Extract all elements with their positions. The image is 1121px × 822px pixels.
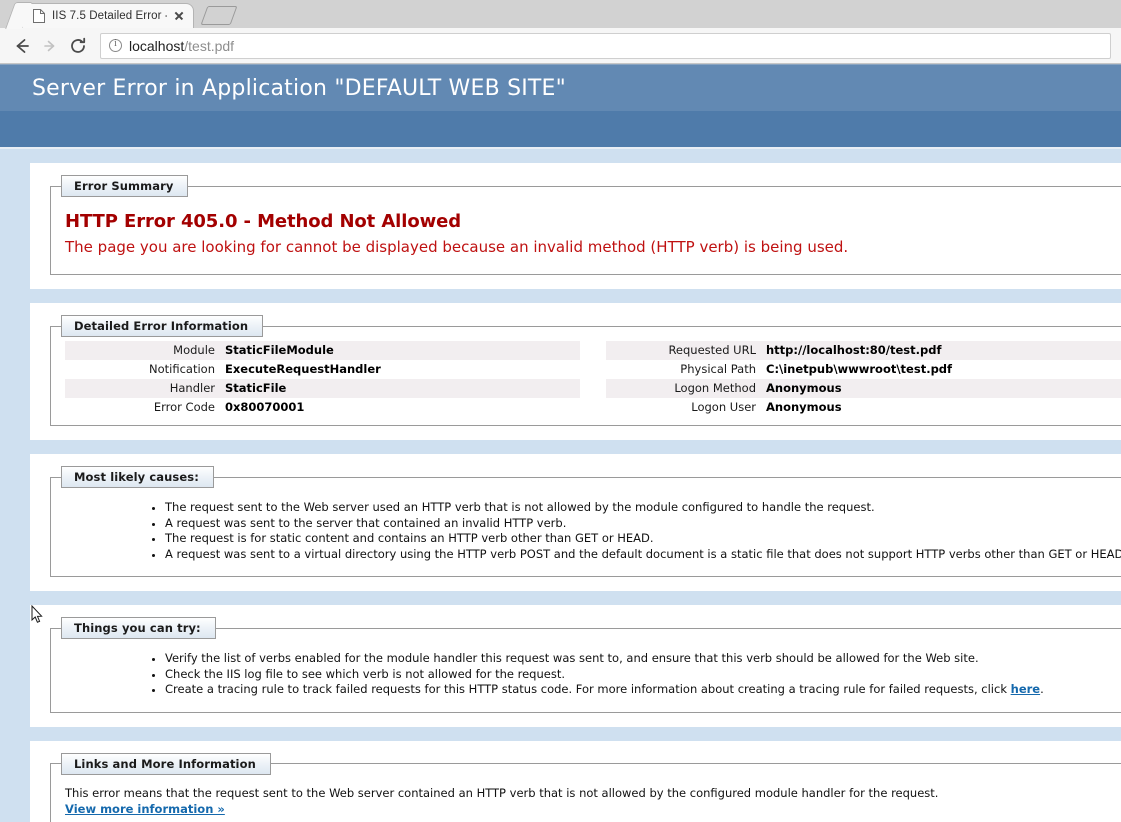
- detail-value: Anonymous: [766, 400, 842, 414]
- things-you-can-try-panel: Things you can try: Verify the list of v…: [30, 605, 1121, 727]
- table-row: Notification ExecuteRequestHandler: [65, 360, 580, 379]
- links-and-more-body: This error means that the request sent t…: [51, 775, 1121, 817]
- error-summary-legend: Error Summary: [61, 175, 189, 197]
- detail-key: Error Code: [153, 400, 215, 414]
- detail-value: StaticFileModule: [225, 341, 580, 360]
- things-you-can-try-legend: Things you can try:: [61, 617, 216, 639]
- detailed-error-columns: Module StaticFileModule Notification Exe…: [51, 337, 1121, 417]
- list-item: A request was sent to the server that co…: [165, 516, 1121, 532]
- detail-value: C:\inetpub\wwwroot\test.pdf: [766, 362, 953, 376]
- tab-strip: IIS 7.5 Detailed Error - 405: [0, 0, 1121, 28]
- things-you-can-try-fieldset: Things you can try: Verify the list of v…: [50, 617, 1121, 713]
- table-row: Requested URL http://localhost:80/test.p…: [606, 341, 1121, 360]
- try-list: Verify the list of verbs enabled for the…: [51, 651, 1121, 698]
- spacer-band: [30, 149, 1121, 163]
- close-icon[interactable]: [171, 8, 187, 24]
- error-title: HTTP Error 405.0 - Method Not Allowed: [65, 211, 462, 232]
- detail-value: ExecuteRequestHandler: [225, 362, 381, 376]
- address-bar[interactable]: localhost/test.pdf: [100, 32, 1111, 59]
- detail-key: Logon Method: [606, 379, 766, 398]
- links-and-more-panel: Links and More Information This error me…: [30, 740, 1121, 822]
- try-text-before: Create a tracing rule to track failed re…: [165, 682, 1011, 696]
- list-item: Verify the list of verbs enabled for the…: [165, 651, 1121, 667]
- page-body: Error Summary HTTP Error 405.0 - Method …: [0, 149, 1121, 822]
- page-icon: [33, 9, 45, 23]
- most-likely-causes-fieldset: Most likely causes: The request sent to …: [50, 466, 1121, 577]
- detail-key: Notification: [149, 362, 215, 376]
- detail-key: Physical Path: [680, 362, 756, 376]
- list-item: The request sent to the Web server used …: [165, 500, 1121, 516]
- error-subtitle: The page you are looking for cannot be d…: [65, 238, 849, 256]
- most-likely-causes-legend: Most likely causes:: [61, 466, 214, 488]
- spacer-band: [30, 726, 1121, 741]
- table-row: Logon User Anonymous: [606, 398, 1121, 417]
- detailed-error-left-column: Module StaticFileModule Notification Exe…: [65, 341, 580, 417]
- detail-value: StaticFile: [225, 379, 580, 398]
- tracing-rule-link[interactable]: here: [1011, 682, 1040, 696]
- detail-table-right: Requested URL http://localhost:80/test.p…: [606, 341, 1121, 417]
- page-header-band: Server Error in Application "DEFAULT WEB…: [0, 64, 1121, 111]
- list-item: A request was sent to a virtual director…: [165, 547, 1121, 563]
- table-row: Error Code 0x80070001: [65, 398, 580, 417]
- detail-key: Handler: [65, 379, 225, 398]
- view-more-information-link[interactable]: View more information »: [65, 802, 225, 816]
- spacer-band: [30, 289, 1121, 303]
- error-summary-fieldset: Error Summary HTTP Error 405.0 - Method …: [50, 175, 1121, 275]
- detail-table-left: Module StaticFileModule Notification Exe…: [65, 341, 580, 417]
- table-row: Physical Path C:\inetpub\wwwroot\test.pd…: [606, 360, 1121, 379]
- address-path: /test.pdf: [184, 37, 235, 54]
- detailed-error-legend: Detailed Error Information: [61, 315, 264, 337]
- detailed-error-right-column: Requested URL http://localhost:80/test.p…: [606, 341, 1121, 417]
- links-and-more-text: This error means that the request sent t…: [65, 785, 939, 800]
- spacer-band: [30, 440, 1121, 454]
- page-header-subband: [0, 111, 1121, 147]
- links-and-more-legend: Links and More Information: [61, 752, 271, 775]
- tab-title: IIS 7.5 Detailed Error - 405: [52, 10, 167, 22]
- page-title: Server Error in Application "DEFAULT WEB…: [32, 75, 566, 101]
- spacer-band: [30, 591, 1121, 605]
- detail-key: Module: [65, 341, 225, 360]
- detail-value: Anonymous: [766, 379, 1121, 398]
- new-tab-icon[interactable]: [200, 6, 238, 26]
- info-circle-icon[interactable]: [109, 38, 122, 52]
- table-row: Handler StaticFile: [65, 379, 580, 398]
- detail-value: http://localhost:80/test.pdf: [766, 341, 1121, 360]
- error-summary-panel: Error Summary HTTP Error 405.0 - Method …: [30, 163, 1121, 289]
- detail-value: 0x80070001: [225, 400, 305, 414]
- detail-key: Logon User: [691, 400, 756, 414]
- iis-error-page: Server Error in Application "DEFAULT WEB…: [0, 64, 1121, 822]
- list-item: Check the IIS log file to see which verb…: [165, 667, 1121, 683]
- list-item: The request is for static content and co…: [165, 531, 1121, 547]
- detailed-error-panel: Detailed Error Information Module Static…: [30, 303, 1121, 440]
- forward-arrow-icon: [36, 32, 64, 60]
- back-arrow-icon[interactable]: [8, 32, 36, 60]
- detailed-error-fieldset: Detailed Error Information Module Static…: [50, 315, 1121, 426]
- detail-key: Requested URL: [606, 341, 766, 360]
- table-row: Module StaticFileModule: [65, 341, 580, 360]
- try-text-after: .: [1040, 682, 1044, 696]
- causes-list: The request sent to the Web server used …: [51, 500, 1121, 562]
- browser-chrome: IIS 7.5 Detailed Error - 405 loc: [0, 0, 1121, 64]
- error-summary-body: HTTP Error 405.0 - Method Not Allowed Th…: [51, 197, 1121, 256]
- links-and-more-fieldset: Links and More Information This error me…: [50, 752, 1121, 822]
- reload-icon[interactable]: [64, 32, 92, 60]
- address-host: localhost: [129, 37, 185, 54]
- browser-toolbar: localhost/test.pdf: [0, 28, 1121, 64]
- browser-tab[interactable]: IIS 7.5 Detailed Error - 405: [22, 3, 194, 28]
- table-row: Logon Method Anonymous: [606, 379, 1121, 398]
- list-item: Create a tracing rule to track failed re…: [165, 682, 1121, 698]
- most-likely-causes-panel: Most likely causes: The request sent to …: [30, 454, 1121, 591]
